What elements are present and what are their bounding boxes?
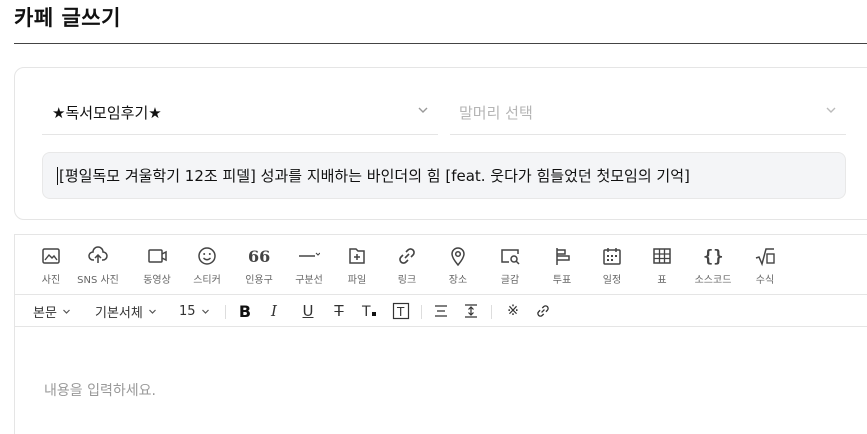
line-height-icon[interactable] bbox=[461, 301, 481, 321]
svg-text:T: T bbox=[361, 304, 371, 320]
toolbar-label: 구분선 bbox=[295, 275, 323, 286]
text-caret bbox=[57, 166, 58, 185]
sqrt-icon bbox=[755, 248, 775, 267]
header-select-placeholder: 말머리 선택 bbox=[459, 104, 533, 122]
toolbar-sns-photo-button[interactable]: SNS 사진 bbox=[76, 245, 120, 286]
divider-icon bbox=[299, 252, 320, 257]
poll-icon bbox=[556, 248, 570, 265]
bold-icon[interactable]: B bbox=[235, 301, 255, 321]
font-size-select[interactable]: 15 bbox=[179, 295, 210, 328]
toolbar-label: 소스코드 bbox=[694, 275, 732, 286]
toolbar-photo-button[interactable]: 사진 bbox=[29, 245, 73, 286]
svg-text:66: 66 bbox=[248, 247, 270, 266]
toolbar-label: 스티커 bbox=[193, 275, 221, 286]
calendar-icon bbox=[603, 248, 621, 265]
italic-icon[interactable]: I bbox=[264, 301, 284, 321]
header-select[interactable]: 말머리 선택 bbox=[450, 91, 846, 135]
svg-text:{}: {} bbox=[703, 247, 723, 267]
chevron-down-icon bbox=[62, 309, 70, 314]
toolbar-label: SNS 사진 bbox=[77, 275, 119, 286]
smiley-icon bbox=[198, 247, 216, 265]
toolbar-label: 사진 bbox=[41, 275, 61, 286]
toolbar-table-button[interactable]: 표 bbox=[640, 245, 684, 286]
text-background-icon[interactable]: T bbox=[391, 301, 411, 321]
toolbar-location-button[interactable]: 장소 bbox=[436, 245, 480, 286]
insert-toolbar: 사진 SNS 사진 동영상 스티커 66 인용구 구분선 파일 링크 장소 글감… bbox=[14, 234, 867, 294]
toolbar-poll-button[interactable]: 투표 bbox=[540, 245, 584, 286]
toolbar-label: 링크 bbox=[397, 275, 417, 286]
toolbar-label: 투표 bbox=[552, 275, 572, 286]
toolbar-file-button[interactable]: 파일 bbox=[335, 245, 379, 286]
font-family-select[interactable]: 기본서체 bbox=[95, 295, 157, 328]
toolbar-label: 동영상 bbox=[143, 275, 171, 286]
paragraph-style-select[interactable]: 본문 bbox=[33, 295, 71, 328]
toolbar-sourcecode-button[interactable]: {} 소스코드 bbox=[691, 245, 735, 286]
page-title: 카페 글쓰기 bbox=[14, 6, 121, 30]
toolbar-quote-button[interactable]: 66 인용구 bbox=[237, 245, 281, 286]
font-family-value: 기본서체 bbox=[95, 306, 143, 321]
toolbar-label: 장소 bbox=[448, 275, 468, 286]
board-select-value: ★독서모임후기★ bbox=[52, 104, 162, 122]
location-pin-icon bbox=[451, 247, 465, 267]
toolbar-label: 글감 bbox=[500, 275, 520, 286]
toolbar-separator bbox=[491, 305, 492, 319]
content-placeholder: 내용을 입력하세요. bbox=[44, 383, 156, 399]
strikethrough-icon[interactable]: T bbox=[329, 301, 349, 321]
title-divider bbox=[14, 43, 867, 44]
toolbar-video-button[interactable]: 동영상 bbox=[135, 245, 179, 286]
board-select[interactable]: ★독서모임후기★ bbox=[42, 91, 438, 135]
font-size-value: 15 bbox=[179, 304, 196, 319]
chevron-down-icon bbox=[418, 107, 428, 113]
format-toolbar: 본문 기본서체 15 B I U T T T ※ bbox=[14, 294, 867, 327]
underline-icon[interactable]: U bbox=[298, 301, 318, 321]
toolbar-link-button[interactable]: 링크 bbox=[385, 245, 429, 286]
post-title-value: [평일독모 겨울학기 12조 피델] 성과를 지배하는 바인더의 힘 [feat… bbox=[59, 167, 690, 185]
toolbar-sticker-button[interactable]: 스티커 bbox=[185, 245, 229, 286]
toolbar-schedule-button[interactable]: 일정 bbox=[590, 245, 634, 286]
link-icon bbox=[399, 248, 415, 264]
chevron-down-icon bbox=[201, 309, 209, 314]
special-char-icon[interactable]: ※ bbox=[503, 301, 523, 321]
toolbar-label: 일정 bbox=[602, 275, 622, 286]
cloud-upload-icon bbox=[88, 246, 108, 263]
toolbar-material-button[interactable]: 글감 bbox=[488, 245, 532, 286]
photo-icon bbox=[42, 248, 60, 264]
toolbar-separator bbox=[225, 305, 226, 319]
paragraph-style-value: 본문 bbox=[33, 306, 57, 321]
toolbar-label: 파일 bbox=[347, 275, 367, 286]
toolbar-label: 수식 bbox=[755, 275, 775, 286]
post-title-input[interactable]: [평일독모 겨울학기 12조 피델] 성과를 지배하는 바인더의 힘 [feat… bbox=[42, 152, 846, 199]
file-plus-icon bbox=[349, 248, 365, 264]
chevron-down-icon bbox=[826, 107, 836, 113]
toolbar-label: 인용구 bbox=[245, 275, 273, 286]
align-icon[interactable] bbox=[431, 301, 451, 321]
svg-text:T: T bbox=[396, 305, 405, 319]
toolbar-divider-button[interactable]: 구분선 bbox=[287, 245, 331, 286]
toolbar-formula-button[interactable]: 수식 bbox=[743, 245, 787, 286]
text-color-icon[interactable]: T bbox=[360, 301, 380, 321]
quote-icon: 66 bbox=[248, 247, 270, 266]
chevron-down-icon bbox=[148, 309, 156, 314]
toolbar-label: 표 bbox=[657, 275, 667, 286]
code-braces-icon: {} bbox=[703, 247, 723, 267]
table-icon bbox=[653, 248, 671, 264]
search-doc-icon bbox=[501, 249, 520, 265]
video-icon bbox=[148, 249, 167, 263]
link-icon[interactable] bbox=[533, 301, 553, 321]
toolbar-separator bbox=[421, 305, 422, 319]
